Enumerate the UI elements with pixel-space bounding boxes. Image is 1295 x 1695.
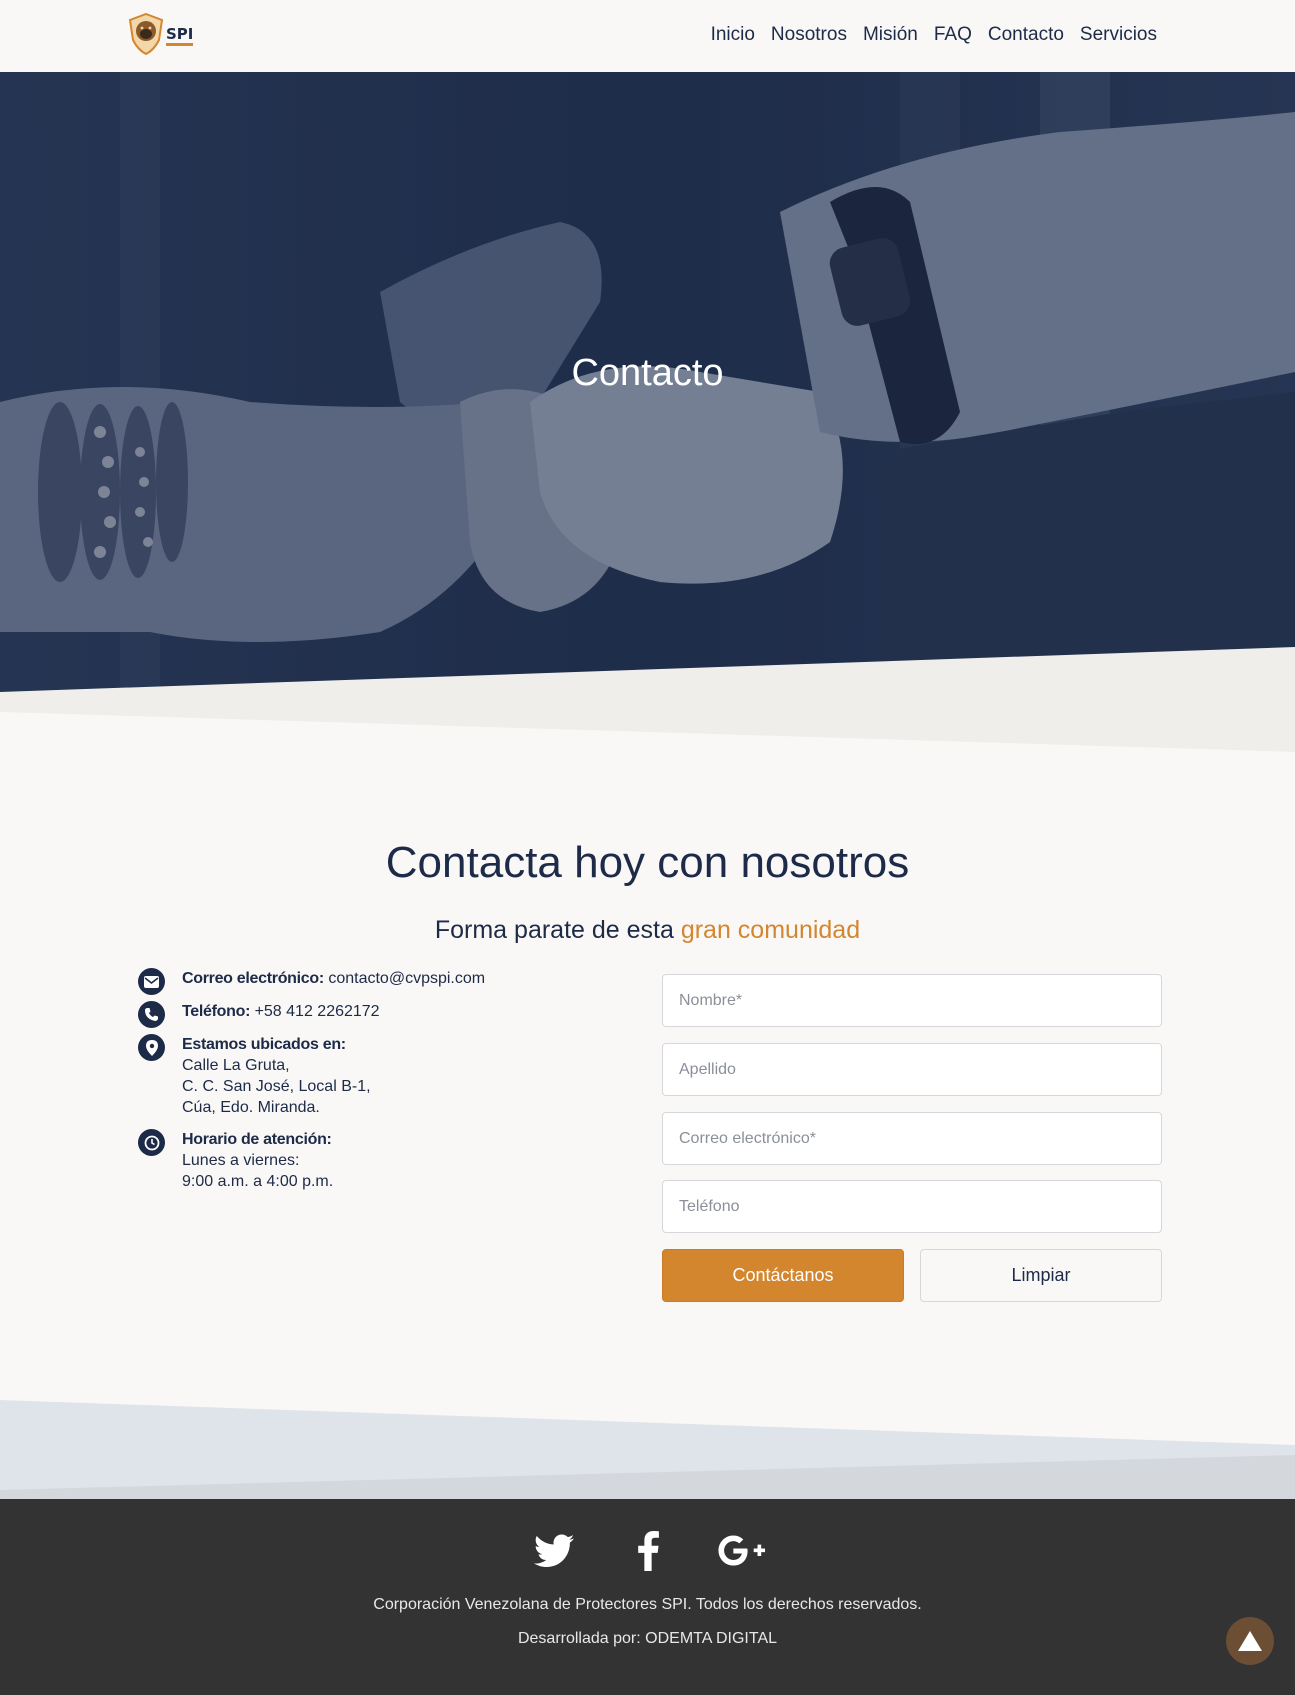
social-links (0, 1527, 1295, 1575)
developer-credit: Desarrollada por: ODEMTA DIGITAL (517, 1630, 778, 1647)
phone-value[interactable]: +58 412 2262172 (255, 1003, 380, 1020)
hours-line-1: Lunes a viernes: (182, 1152, 300, 1169)
envelope-icon (138, 968, 165, 995)
hero-title: Contacto (571, 352, 724, 394)
clock-icon (138, 1129, 165, 1156)
clear-button[interactable]: Limpiar (920, 1249, 1162, 1302)
scroll-to-top-button[interactable] (1226, 1617, 1274, 1665)
lastname-field[interactable] (662, 1043, 1162, 1096)
site-header: SPI Inicio Nosotros Misión FAQ Contacto … (0, 0, 1295, 72)
logo[interactable]: SPI (128, 12, 198, 56)
location-label: Estamos ubicados en: (182, 1036, 346, 1053)
email-info: Correo electrónico: contacto@cvpspi.com (138, 968, 485, 995)
copyright-text: Corporación Venezolana de Protectores SP… (373, 1596, 922, 1613)
arrow-up-icon (1238, 1631, 1262, 1651)
nav-item-inicio[interactable]: Inicio (711, 24, 755, 46)
location-line-3: Cúa, Edo. Miranda. (182, 1099, 320, 1116)
location-line-2: C. C. San José, Local B-1, (182, 1078, 371, 1095)
nav-item-faq[interactable]: FAQ (934, 24, 972, 46)
hero-banner: Contacto (0, 72, 1295, 692)
map-pin-icon (138, 1034, 165, 1061)
section-subtitle-accent: gran comunidad (680, 916, 861, 944)
logo-shield-icon (128, 13, 164, 55)
site-footer: Corporación Venezolana de Protectores SP… (0, 1499, 1295, 1695)
hours-info: Horario de atención: Lunes a viernes: 9:… (138, 1129, 333, 1192)
email-value[interactable]: contacto@cvpspi.com (328, 970, 485, 987)
nav-item-servicios[interactable]: Servicios (1080, 24, 1157, 46)
main-nav: Inicio Nosotros Misión FAQ Contacto Serv… (711, 24, 1157, 46)
facebook-icon[interactable] (624, 1527, 672, 1575)
footer-slant-divider (0, 1400, 1295, 1500)
twitter-icon[interactable] (530, 1527, 578, 1575)
logo-text: SPI (166, 26, 194, 46)
phone-label: Teléfono: (182, 1003, 251, 1020)
section-title: Contacta hoy con nosotros (385, 838, 910, 887)
nav-item-nosotros[interactable]: Nosotros (771, 24, 847, 46)
phone-info: Teléfono: +58 412 2262172 (138, 1001, 380, 1028)
hours-line-2: 9:00 a.m. a 4:00 p.m. (182, 1173, 334, 1190)
section-subtitle-text: Forma parate de esta (434, 916, 681, 944)
phone-field[interactable] (662, 1180, 1162, 1233)
email-label: Correo electrónico: (182, 970, 324, 987)
phone-icon (138, 1001, 165, 1028)
nav-item-contacto[interactable]: Contacto (988, 24, 1064, 46)
name-field[interactable] (662, 974, 1162, 1027)
nav-item-mision[interactable]: Misión (863, 24, 918, 46)
location-info: Estamos ubicados en: Calle La Gruta, C. … (138, 1034, 371, 1118)
email-field[interactable] (662, 1112, 1162, 1165)
submit-button[interactable]: Contáctanos (662, 1249, 904, 1302)
location-line-1: Calle La Gruta, (182, 1057, 290, 1074)
google-plus-icon[interactable] (717, 1527, 766, 1575)
hours-label: Horario de atención: (182, 1131, 332, 1148)
section-subtitle: Forma parate de esta gran comunidad (0, 916, 1295, 945)
